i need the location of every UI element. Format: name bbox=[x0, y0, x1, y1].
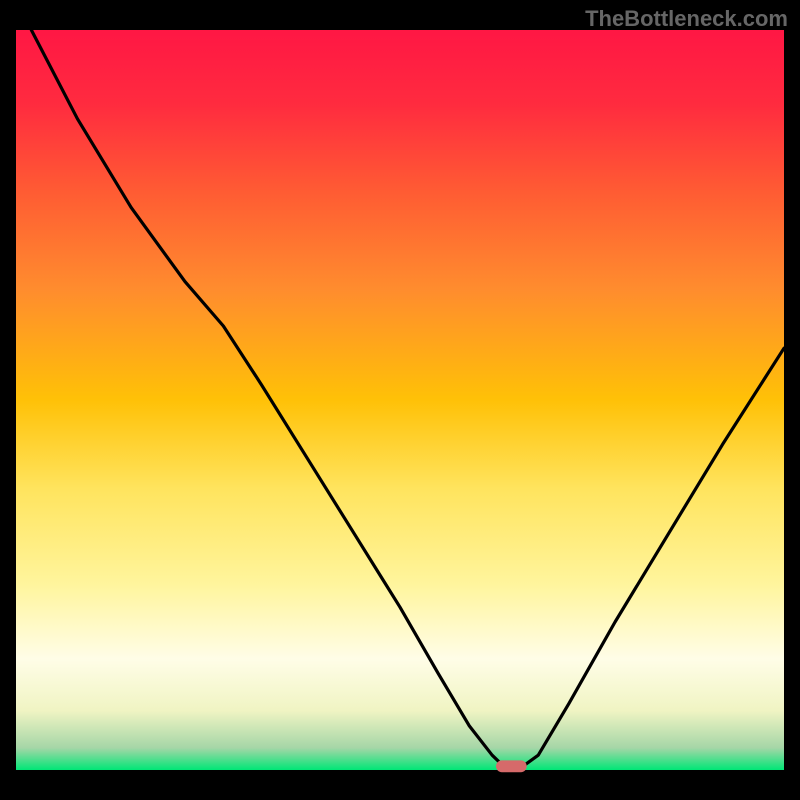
optimal-marker bbox=[496, 760, 527, 772]
bottleneck-chart bbox=[0, 0, 800, 800]
chart-container: { "watermark": "TheBottleneck.com", "cha… bbox=[0, 0, 800, 800]
watermark-text: TheBottleneck.com bbox=[585, 6, 788, 32]
